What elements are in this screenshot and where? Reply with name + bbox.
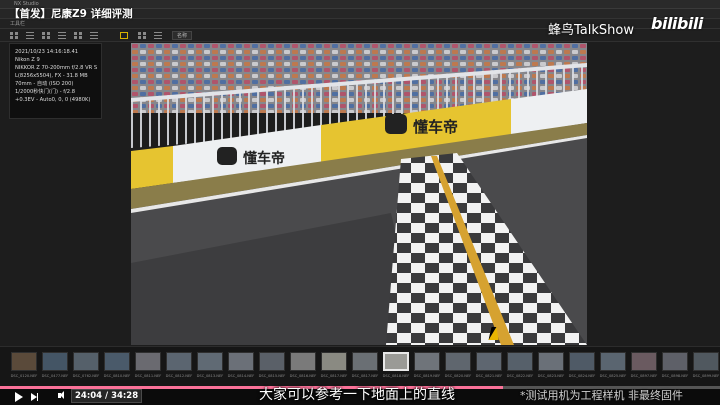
svg-text:懂车帝: 懂车帝: [243, 150, 285, 167]
photo-info-line: NIKKOR Z 70-200mm f/2.8 VR S: [15, 65, 98, 71]
filmstrip-thumbnail[interactable]: [600, 352, 626, 371]
race-track-photo: 懂车帝 懂车帝: [131, 43, 587, 345]
photo-info-line: Nikon Z 9: [15, 57, 40, 63]
grid-view-icon[interactable]: [10, 32, 18, 39]
filmstrip[interactable]: DSC_0120.NEF DSC_0477.NEF DSC_0762.NEF DSC_…: [0, 346, 720, 386]
filmstrip-label: DSC_0823.NEF: [537, 374, 565, 378]
filmstrip-thumbnail[interactable]: [383, 352, 409, 371]
thumbnail-view-icon[interactable]: [42, 32, 50, 39]
filmstrip-label: DSC_0825.NEF: [599, 374, 627, 378]
photo-info-line: +0.3EV - Auto0, 0, 0 (4980K): [15, 97, 91, 103]
sort-icon[interactable]: [154, 32, 162, 39]
filmstrip-thumbnail[interactable]: [414, 352, 440, 371]
next-icon[interactable]: [31, 393, 38, 401]
filmstrip-thumbnail[interactable]: [104, 352, 130, 371]
filmstrip-label: DSC_0822.NEF: [506, 374, 534, 378]
filmstrip-thumbnail[interactable]: [228, 352, 254, 371]
photo-info-panel: 2021/10/23 14:16:18.41 Nikon Z 9 NIKKOR Z …: [9, 43, 102, 119]
filmstrip-label: DSC_0812.NEF: [165, 374, 193, 378]
filmstrip-thumbnail[interactable]: [631, 352, 657, 371]
fullscreen-icon[interactable]: [138, 32, 146, 39]
filmstrip-thumbnail[interactable]: [290, 352, 316, 371]
video-title: 【首发】尼康Z9 详细评测: [9, 8, 133, 20]
sort-dropdown[interactable]: 名称: [172, 31, 193, 40]
compare-view-icon[interactable]: [74, 32, 82, 39]
filmstrip-thumbnail[interactable]: [197, 352, 223, 371]
filmstrip-thumbnail[interactable]: [73, 352, 99, 371]
time-display: 24:04 / 34:28: [71, 389, 143, 403]
svg-text:懂车帝: 懂车帝: [412, 118, 458, 136]
filmstrip-thumbnail[interactable]: [352, 352, 378, 371]
filmstrip-label: DSC_0898.NEF: [661, 374, 689, 378]
filmstrip-thumbnail[interactable]: [11, 352, 37, 371]
filmstrip-label: DSC_0817.NEF: [351, 374, 379, 378]
filmstrip-label: DSC_0814.NEF: [227, 374, 255, 378]
filmstrip-label: DSC_0810.NEF: [103, 374, 131, 378]
photo-info-line: 70mm - 自动 (ISO 200): [15, 81, 74, 87]
filmstrip-thumbnail[interactable]: [538, 352, 564, 371]
filmstrip-thumbnail[interactable]: [507, 352, 533, 371]
detail-view-icon[interactable]: [58, 32, 66, 39]
volume-icon[interactable]: [58, 391, 64, 399]
filmstrip-label: DSC_0811.NEF: [134, 374, 162, 378]
subtitle-note: *测试用机为工程样机 非最终固件: [520, 389, 683, 402]
filmstrip-label: DSC_0817.NEF: [320, 374, 348, 378]
filmstrip-thumbnail[interactable]: [693, 352, 719, 371]
subtitle: 大家可以参考一下地面上的直线: [259, 387, 455, 403]
photo-viewer[interactable]: 懂车帝 懂车帝: [131, 43, 587, 345]
filmstrip-label: DSC_0816.NEF: [289, 374, 317, 378]
play-icon[interactable]: [15, 392, 23, 402]
filmstrip-label: DSC_0897.NEF: [630, 374, 658, 378]
filmstrip-thumbnail[interactable]: [321, 352, 347, 371]
photo-info-line: L(8256x5504), FX - 31.8 MB: [15, 73, 88, 79]
filmstrip-label: DSC_0824.NEF: [568, 374, 596, 378]
filmstrip-thumbnail[interactable]: [569, 352, 595, 371]
filmstrip-label: DSC_0820.NEF: [444, 374, 472, 378]
filmstrip-label: DSC_0762.NEF: [72, 374, 100, 378]
filmstrip-label: DSC_0120.NEF: [10, 374, 38, 378]
list-view-icon[interactable]: [26, 32, 34, 39]
bilibili-logo: bilibili: [651, 14, 703, 33]
tab-label: 工具栏: [10, 21, 26, 27]
filmstrip-thumbnail[interactable]: [42, 352, 68, 371]
filmstrip-thumbnail[interactable]: [135, 352, 161, 371]
filmstrip-label: DSC_0477.NEF: [41, 374, 69, 378]
filmstrip-thumbnail[interactable]: [662, 352, 688, 371]
filmstrip-label: DSC_0818.NEF: [382, 374, 410, 378]
frame-icon[interactable]: [120, 32, 128, 39]
filmstrip-label: DSC_0821.NEF: [475, 374, 503, 378]
photo-info-line: 1/2000秒快门(门) - f/2.8: [15, 89, 76, 95]
video-player[interactable]: NX Studio 文件(F)编辑(E)图像(I)查看(V)窗口(W)帮助(H)…: [0, 0, 720, 405]
filmstrip-thumbnail[interactable]: [166, 352, 192, 371]
filmstrip-thumbnail[interactable]: [259, 352, 285, 371]
filmstrip-view-icon[interactable]: [90, 32, 98, 39]
filmstrip-label: DSC_0819.NEF: [413, 374, 441, 378]
filmstrip-label: DSC_0899.NEF: [692, 374, 720, 378]
filmstrip-label: DSC_0815.NEF: [258, 374, 286, 378]
filmstrip-thumbnail[interactable]: [445, 352, 471, 371]
photo-info-line: 2021/10/23 14:16:18.41: [15, 49, 79, 55]
filmstrip-thumbnail[interactable]: [476, 352, 502, 371]
filmstrip-label: DSC_0813.NEF: [196, 374, 224, 378]
channel-name: 蜂鸟TalkShow: [548, 23, 634, 38]
